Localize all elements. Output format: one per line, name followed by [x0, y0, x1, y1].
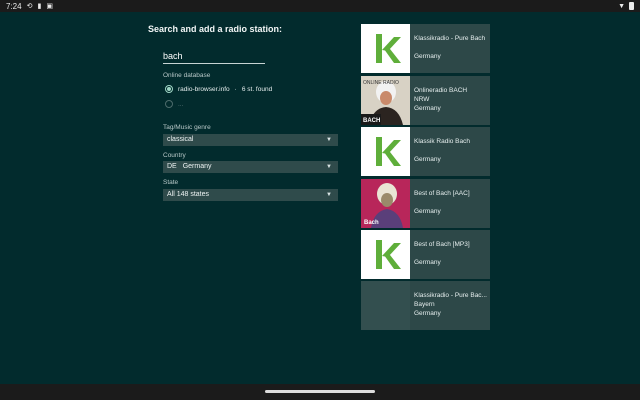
radio-unselected-icon[interactable]	[165, 100, 173, 108]
station-card[interactable]: Klassikradio - Pure Bac... Bayern German…	[361, 281, 490, 330]
status-bar: 7:24 ⟲ ▮ ▣ ▼	[0, 0, 640, 12]
station-info: Best of Bach [AAC] Germany	[414, 179, 488, 228]
station-name: Klassik Radio Bach	[414, 138, 470, 145]
station-country: Germany	[414, 259, 441, 266]
genre-select[interactable]: classical ▼	[163, 134, 338, 146]
station-info: Klassikradio - Pure Bach Germany	[414, 24, 488, 73]
separator-dot: ·	[234, 85, 237, 93]
station-name: Klassikradio - Pure Bac...	[414, 292, 487, 299]
status-time: 7:24	[6, 1, 22, 11]
station-name: Best of Bach [AAC]	[414, 190, 470, 197]
bach-portrait-icon: ONLINE RADIO BACH	[361, 76, 410, 125]
other-database-option[interactable]: ...	[165, 100, 183, 108]
station-name: Klassikradio - Pure Bach	[414, 35, 486, 42]
search-input[interactable]: bach	[163, 49, 265, 64]
station-country: Germany	[414, 53, 441, 60]
station-card[interactable]: Best of Bach [MP3] Germany	[361, 230, 490, 279]
station-name: Onlineradio BACH	[414, 87, 468, 94]
page-title: Search and add a radio station:	[148, 24, 283, 34]
station-country: Germany	[414, 156, 441, 163]
online-database-label: Online database	[163, 72, 211, 79]
radio-selected-icon[interactable]	[165, 85, 173, 93]
state-select[interactable]: All 148 states ▼	[163, 189, 338, 201]
battery-icon	[629, 2, 634, 10]
station-card[interactable]: Klassik Radio Bach Germany	[361, 127, 490, 176]
station-region: Bayern	[414, 301, 435, 308]
thumb-online-radio: ONLINE RADIO	[363, 80, 399, 86]
station-country: Germany	[414, 105, 441, 112]
found-count: 6 st. found	[241, 85, 273, 93]
dropdown-arrow-icon: ▼	[326, 192, 332, 198]
thumb-bach: Bach	[364, 220, 379, 226]
station-info: Onlineradio BACH NRW Germany	[414, 76, 488, 125]
klassik-logo-icon	[361, 24, 410, 73]
station-info: Best of Bach [MP3] Germany	[414, 230, 488, 279]
country-value: Germany	[182, 163, 212, 170]
bach-portrait-icon: Bach	[361, 179, 410, 228]
station-placeholder-icon	[361, 281, 410, 330]
station-info: Klassik Radio Bach Germany	[414, 127, 488, 176]
klassik-logo-icon	[361, 230, 410, 279]
radio-browser-option[interactable]: radio-browser.info · 6 st. found	[165, 85, 272, 93]
station-region: NRW	[414, 96, 430, 103]
dropdown-arrow-icon: ▼	[326, 137, 332, 143]
station-card[interactable]: Bach Best of Bach [AAC] Germany	[361, 179, 490, 228]
station-card[interactable]: Klassikradio - Pure Bach Germany	[361, 24, 490, 73]
state-value: All 148 states	[167, 191, 210, 198]
station-country: Germany	[414, 310, 441, 317]
station-country: Germany	[414, 208, 441, 215]
country-code: DE	[167, 163, 177, 170]
thumb-bach: BACH	[363, 118, 380, 124]
state-label: State	[163, 179, 179, 186]
wifi-icon: ▼	[618, 2, 625, 10]
country-select[interactable]: DE Germany ▼	[163, 161, 338, 173]
country-label: Country	[163, 152, 186, 159]
other-database-label: ...	[178, 100, 184, 108]
clipboard-icon: ▮	[37, 3, 42, 10]
dropdown-arrow-icon: ▼	[326, 164, 332, 170]
station-card[interactable]: ONLINE RADIO BACH Onlineradio BACH NRW G…	[361, 76, 490, 125]
sync-icon: ⟲	[26, 3, 33, 10]
station-name: Best of Bach [MP3]	[414, 241, 470, 248]
station-info: Klassikradio - Pure Bac... Bayern German…	[414, 281, 488, 330]
radio-browser-label: radio-browser.info	[178, 85, 230, 93]
genre-value: classical	[167, 136, 194, 143]
klassik-logo-icon	[361, 127, 410, 176]
genre-label: Tag/Music genre	[163, 124, 211, 131]
screenshot-icon: ▣	[46, 3, 53, 10]
home-gesture-handle[interactable]	[265, 390, 375, 393]
